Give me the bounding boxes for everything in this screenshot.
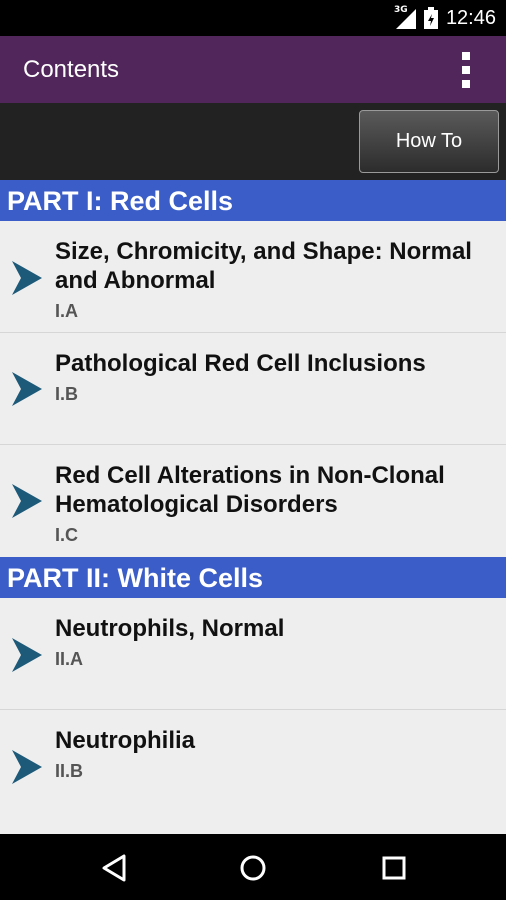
status-bar: 3G 12:46 xyxy=(0,0,506,36)
chevron-right-icon xyxy=(12,261,42,295)
home-icon[interactable] xyxy=(235,850,271,886)
section-header: PART II: White Cells xyxy=(0,557,506,598)
app-title: Contents xyxy=(23,56,120,83)
network-type: 3G xyxy=(393,5,408,15)
item-code: I.A xyxy=(55,301,79,321)
chevron-right-icon xyxy=(12,372,42,406)
app-bar: Contents xyxy=(0,36,506,103)
item-code: II.A xyxy=(55,649,84,669)
item-title: Size, Chromicity, and Shape: Normal and … xyxy=(55,238,472,294)
item-code: I.C xyxy=(55,525,79,545)
contents-list: PART I: Red Cells Size, Chromicity, and … xyxy=(0,180,506,834)
overflow-menu-icon[interactable] xyxy=(456,52,476,88)
clock: 12:46 xyxy=(445,6,496,29)
navigation-bar xyxy=(0,834,506,900)
list-item[interactable]: Size, Chromicity, and Shape: Normal and … xyxy=(0,221,506,333)
how-to-button[interactable]: How To xyxy=(359,110,499,173)
chevron-right-icon xyxy=(12,638,42,672)
item-title: Neutrophils, Normal xyxy=(55,615,285,642)
item-title: Red Cell Alterations in Non-Clonal Hemat… xyxy=(55,462,445,518)
list-item[interactable]: Pathological Red Cell Inclusions I.B xyxy=(0,333,506,445)
status-icons: 3G 12:46 xyxy=(394,0,496,36)
signal-icon: 3G xyxy=(393,5,416,29)
list-item[interactable]: Neutrophilia II.B xyxy=(0,710,506,822)
back-icon[interactable] xyxy=(96,850,132,886)
battery-icon xyxy=(423,7,438,29)
chevron-right-icon xyxy=(12,750,42,784)
item-title: Pathological Red Cell Inclusions xyxy=(55,350,426,377)
chevron-right-icon xyxy=(12,484,42,518)
item-title: Neutrophilia xyxy=(55,727,196,754)
recents-icon[interactable] xyxy=(376,850,412,886)
toolbar: How To xyxy=(0,103,506,180)
section-header: PART I: Red Cells xyxy=(0,180,506,221)
item-code: I.B xyxy=(55,384,79,404)
item-code: II.B xyxy=(55,761,84,781)
list-item[interactable]: Red Cell Alterations in Non-Clonal Hemat… xyxy=(0,445,506,557)
list-item[interactable]: Neutrophils, Normal II.A xyxy=(0,598,506,710)
